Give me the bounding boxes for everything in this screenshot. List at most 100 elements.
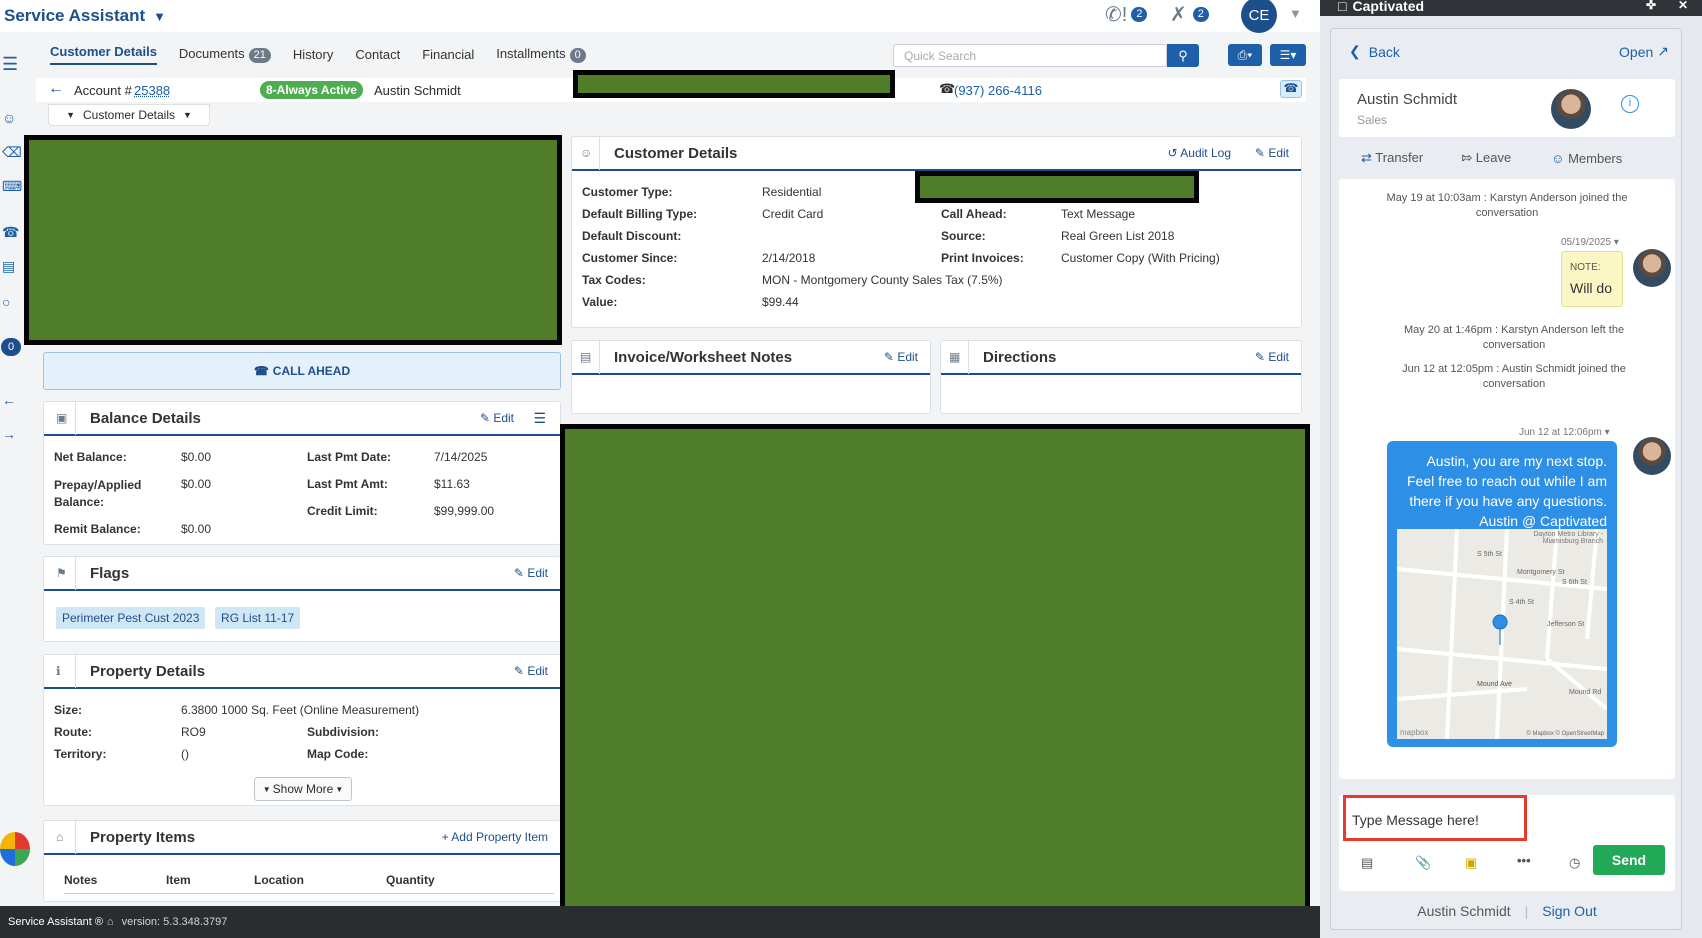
- tab-installments[interactable]: Installments 0: [496, 46, 586, 63]
- customer-details-panel: ☺ Customer Details ↺ Audit Log ✎ Edit Cus…: [571, 136, 1302, 328]
- call-button[interactable]: ☎: [1280, 80, 1302, 98]
- column-header[interactable]: Notes: [64, 873, 166, 887]
- field-value: 7/14/2025: [434, 450, 488, 464]
- map-street-label: Jefferson St: [1547, 621, 1585, 628]
- template-icon[interactable]: ▤: [1361, 855, 1373, 871]
- tab-history[interactable]: History: [293, 47, 333, 62]
- field-value: (): [181, 747, 189, 761]
- tools-icon: ✗: [1170, 4, 1187, 26]
- edit-button[interactable]: ✎ Edit: [1255, 146, 1289, 160]
- tab-financial[interactable]: Financial: [422, 47, 474, 62]
- show-more-button[interactable]: ▼ Show More ▼: [254, 777, 352, 801]
- field-value: $0.00: [181, 477, 212, 491]
- open-button[interactable]: Open ↗: [1619, 43, 1669, 60]
- arrow-right-circle-icon[interactable]: →: [2, 426, 16, 442]
- print-menu-button[interactable]: ⎙▾: [1228, 44, 1262, 66]
- chevron-down-icon[interactable]: ▼: [1289, 6, 1302, 21]
- edit-button[interactable]: ✎ Edit: [480, 411, 514, 425]
- field-value[interactable]: $99.44: [762, 295, 799, 309]
- send-button[interactable]: Send: [1593, 845, 1665, 875]
- search-button[interactable]: ⚲: [1167, 44, 1199, 67]
- chat-icon[interactable]: ○: [2, 294, 10, 310]
- note-bubble: NOTE: Will do: [1561, 251, 1623, 307]
- calls-badge: 2: [1131, 7, 1148, 22]
- list-menu-button[interactable]: ☰▾: [1270, 44, 1306, 66]
- edit-label: Edit: [493, 411, 514, 425]
- flags-panel: ⚑ Flags ✎ Edit Perimeter Pest Cust 2023 R…: [43, 556, 561, 642]
- windows-start-icon[interactable]: [0, 832, 30, 866]
- info-icon[interactable]: i: [1621, 95, 1639, 113]
- column-header[interactable]: Item: [166, 873, 254, 887]
- user-avatar[interactable]: CE: [1241, 0, 1277, 33]
- edit-button[interactable]: ✎ Edit: [514, 664, 548, 678]
- message-input[interactable]: Type Message here!: [1343, 795, 1527, 841]
- field-label: Territory:: [54, 747, 107, 761]
- more-icon[interactable]: •••: [1517, 853, 1531, 868]
- tab-customer-details[interactable]: Customer Details: [50, 44, 157, 65]
- field-label: Customer Since:: [582, 251, 678, 265]
- sign-out-link[interactable]: Sign Out: [1542, 903, 1596, 919]
- edit-button[interactable]: ✎ Edit: [514, 566, 548, 580]
- redacted-block: [915, 171, 1199, 203]
- field-label: Value:: [582, 295, 618, 309]
- account-label: Account #: [74, 83, 132, 98]
- flag-chip[interactable]: RG List 11-17: [215, 607, 301, 629]
- field-label: Source:: [941, 229, 986, 243]
- tab-documents[interactable]: Documents 21: [179, 46, 271, 63]
- map-attribution: © Mapbox © OpenStreetMap: [1526, 731, 1604, 737]
- action-label: Transfer: [1375, 150, 1424, 165]
- tools-indicator[interactable]: ✗ 2: [1170, 2, 1209, 27]
- map-icon: ▦: [949, 340, 969, 374]
- leave-button[interactable]: ⇰ Leave: [1461, 150, 1511, 166]
- home-icon: ⌂: [56, 820, 76, 854]
- chat-footer: Austin Schmidt | Sign Out: [1417, 903, 1597, 919]
- installments-badge: 0: [569, 47, 586, 63]
- account-number[interactable]: 25388: [134, 83, 170, 98]
- document-icon[interactable]: ▤: [2, 258, 15, 275]
- phone-icon: ☎: [1283, 81, 1299, 95]
- back-arrow-icon[interactable]: ←: [48, 80, 64, 98]
- quick-search-input[interactable]: Quick Search: [893, 44, 1167, 67]
- note-icon[interactable]: ▣: [1465, 855, 1477, 871]
- message-date-text: Jun 12 at 12:06pm: [1519, 427, 1602, 438]
- transfer-button[interactable]: ⇄ Transfer: [1361, 150, 1423, 166]
- tab-contact[interactable]: Contact: [355, 47, 400, 62]
- edit-button[interactable]: ✎ Edit: [1255, 350, 1289, 364]
- field-label: Subdivision:: [307, 725, 379, 739]
- menu-icon[interactable]: ☰: [533, 410, 546, 427]
- field-label: Net Balance:: [54, 450, 127, 464]
- section-dropdown[interactable]: ▼ Customer Details ▼: [48, 104, 210, 126]
- clock-icon[interactable]: ◷: [1569, 855, 1580, 871]
- calls-indicator[interactable]: ✆! 2: [1105, 2, 1148, 27]
- attachment-icon[interactable]: 📎: [1415, 855, 1431, 871]
- audit-log-button[interactable]: ↺ Audit Log: [1168, 146, 1231, 160]
- pin-icon[interactable]: ✜: [1646, 0, 1656, 12]
- arrow-left-circle-icon[interactable]: ←: [2, 392, 16, 408]
- back-button[interactable]: ❮ Back: [1349, 43, 1400, 60]
- left-sidebar: ☰ ☺ ⌫ ⌨ ☎ ▤ ○ 0 ← →: [0, 44, 22, 894]
- customer-phone[interactable]: (937) 266-4116: [954, 83, 1042, 98]
- customer-name: Austin Schmidt: [374, 83, 461, 98]
- call-ahead-button[interactable]: ☎ CALL AHEAD: [43, 352, 561, 390]
- hamburger-icon[interactable]: ☰: [2, 54, 18, 75]
- keyboard-icon[interactable]: ⌨: [2, 178, 22, 195]
- close-icon[interactable]: ✕: [1678, 0, 1688, 12]
- sender-avatar: [1633, 437, 1671, 475]
- home-icon[interactable]: ⌂: [107, 916, 114, 928]
- users-icon[interactable]: ☺: [2, 110, 16, 126]
- field-value: 6.3800 1000 Sq. Feet (Online Measurement…: [181, 703, 420, 717]
- members-icon: ☺: [1551, 150, 1565, 166]
- column-header[interactable]: Quantity: [386, 873, 435, 887]
- add-property-item-button[interactable]: + Add Property Item: [442, 830, 548, 844]
- contact-role: Sales: [1357, 113, 1388, 127]
- phone-alert-icon: ✆!: [1105, 4, 1128, 26]
- trash-icon[interactable]: ⌫: [2, 144, 22, 161]
- phone-icon[interactable]: ☎: [2, 224, 19, 241]
- members-button[interactable]: ☺ Members: [1551, 151, 1622, 166]
- app-switcher[interactable]: Service Assistant ▼: [4, 6, 166, 26]
- flag-chip[interactable]: Perimeter Pest Cust 2023: [56, 607, 206, 629]
- column-header[interactable]: Location: [254, 873, 386, 887]
- edit-button[interactable]: ✎ Edit: [884, 350, 918, 364]
- footer-user: Austin Schmidt: [1417, 903, 1511, 919]
- map-image[interactable]: Dayton Metro Library - Miamisburg Branch…: [1397, 529, 1607, 739]
